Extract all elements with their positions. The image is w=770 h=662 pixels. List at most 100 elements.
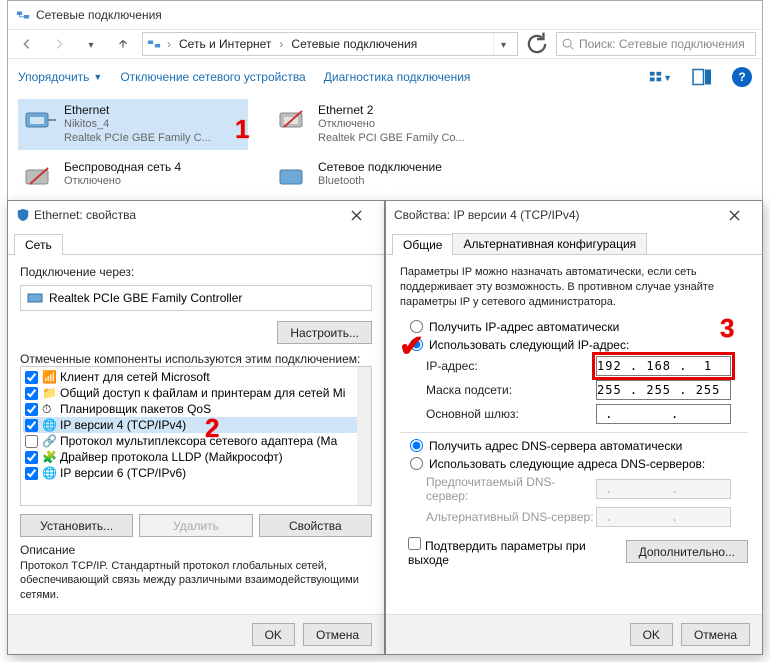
chevron-down-icon: ▼ [93,72,102,82]
radio-manual-dns-row[interactable]: Использовать следующие адреса DNS-сервер… [410,457,748,471]
protocol-icon: 🔗 [42,434,56,448]
chevron-right-icon[interactable]: › [277,37,285,51]
view-menu[interactable]: ▼ [648,65,672,89]
dns2-row: Альтернативный DNS-сервер: [426,507,748,527]
search-input[interactable]: Поиск: Сетевые подключения [556,32,756,56]
adapter-name-box: Realtek PCIe GBE Family Controller [20,285,372,311]
address-bar[interactable]: › Сеть и Интернет › Сетевые подключения [142,32,518,56]
radio-auto-ip-row[interactable]: Получить IP-адрес автоматически [410,320,748,334]
ok-button[interactable]: OK [252,623,295,646]
preview-pane-button[interactable] [690,65,714,89]
ipv4-info-text: Параметры IP можно назначать автоматичес… [400,265,748,310]
component-item-ipv4[interactable]: 🌐IP версии 4 (TCP/IPv4) [23,417,369,433]
scrollbar[interactable] [357,367,371,505]
titlebar: Сетевые подключения [8,1,762,29]
component-checkbox[interactable] [25,467,38,480]
search-placeholder: Поиск: Сетевые подключения [579,37,745,51]
component-checkbox[interactable] [25,403,38,416]
advanced-button[interactable]: Дополнительно... [626,540,748,563]
radio-auto-dns-row[interactable]: Получить адрес DNS-сервера автоматически [410,439,748,453]
connection-wifi4[interactable]: Беспроводная сеть 4 Отключено [18,156,248,198]
dialog-titlebar: Ethernet: свойства [8,201,384,229]
radio-auto-dns[interactable] [410,439,423,452]
gateway-label: Основной шлюз: [426,407,596,421]
close-button[interactable] [336,204,376,226]
remove-button[interactable]: Удалить [139,514,252,537]
connection-ethernet[interactable]: Ethernet Nikitos_4 Realtek PCIe GBE Fami… [18,99,248,150]
refresh-button[interactable] [524,32,550,56]
recent-dropdown[interactable] [78,32,104,56]
cancel-button[interactable]: Отмена [303,623,372,646]
diagnose-button[interactable]: Диагностика подключения [324,70,471,84]
install-button[interactable]: Установить... [20,514,133,537]
cancel-button[interactable]: Отмена [681,623,750,646]
validate-checkbox-row[interactable]: Подтвердить параметры при выходе [408,537,626,567]
radio-manual-dns[interactable] [410,457,423,470]
client-icon: 📶 [42,370,56,384]
address-bar-row: › Сеть и Интернет › Сетевые подключения … [8,29,762,59]
subnet-mask-input[interactable] [596,380,731,400]
connect-via-label: Подключение через: [20,265,372,279]
component-checkbox[interactable] [25,419,38,432]
close-button[interactable] [714,204,754,226]
ip-address-input[interactable] [596,356,731,376]
search-icon [561,37,575,51]
tab-general[interactable]: Общие [392,234,453,255]
adapter-name: Realtek PCIe GBE Family Controller [49,291,242,305]
breadcrumb-level1[interactable]: Сеть и Интернет [177,37,273,51]
description-text: Протокол TCP/IP. Стандартный протокол гл… [20,559,372,602]
connections-area: Ethernet Nikitos_4 Realtek PCIe GBE Fami… [8,95,762,202]
component-checkbox[interactable] [25,387,38,400]
component-checkbox[interactable] [25,435,38,448]
ethernet-properties-dialog: Ethernet: свойства Сеть Подключение чере… [7,200,385,655]
configure-button[interactable]: Настроить... [277,321,372,344]
connection-ethernet2[interactable]: Ethernet 2 Отключено Realtek PCI GBE Fam… [272,99,502,150]
chevron-right-icon[interactable]: › [165,37,173,51]
component-checkbox[interactable] [25,371,38,384]
radio-manual-ip-row[interactable]: Использовать следующий IP-адрес: [410,338,748,352]
component-item[interactable]: 📁Общий доступ к файлам и принтерам для с… [23,385,369,401]
connection-bluetooth[interactable]: Сетевое подключение Bluetooth [272,156,502,198]
component-item[interactable]: 🌐IP версии 6 (TCP/IPv6) [23,465,369,481]
gateway-input[interactable] [596,404,731,424]
annotation-2: 2 [205,413,219,444]
validate-checkbox[interactable] [408,537,421,550]
tab-alt-config[interactable]: Альтернативная конфигурация [452,233,647,254]
component-checkbox[interactable] [25,451,38,464]
ok-button[interactable]: OK [630,623,673,646]
network-icon [147,37,161,51]
dns2-input [596,507,731,527]
help-icon[interactable]: ? [732,67,752,87]
component-item[interactable]: 🧩Драйвер протокола LLDP (Майкрософт) [23,449,369,465]
organize-menu[interactable]: Упорядочить ▼ [18,70,102,84]
tab-strip: Сеть [8,229,384,255]
component-item[interactable]: ⏱Планировщик пакетов QoS [23,401,369,417]
back-button[interactable] [14,32,40,56]
properties-button[interactable]: Свойства [259,514,372,537]
gateway-row: Основной шлюз: [426,404,748,424]
connection-status: Отключено [64,175,181,189]
component-item[interactable]: 🔗Протокол мультиплексора сетевого адапте… [23,433,369,449]
breadcrumb-level2[interactable]: Сетевые подключения [289,37,419,51]
forward-button[interactable] [46,32,72,56]
subnet-mask-label: Маска подсети: [426,383,596,397]
connection-status: Nikitos_4 [64,118,211,132]
tab-strip: Общие Альтернативная конфигурация [386,229,762,255]
up-button[interactable] [110,32,136,56]
ip-address-label: IP-адрес: [426,359,596,373]
disable-device-button[interactable]: Отключение сетевого устройства [120,70,305,84]
components-list[interactable]: 📶Клиент для сетей Microsoft 📁Общий досту… [20,366,372,506]
connection-name: Ethernet 2 [318,103,465,118]
tab-network[interactable]: Сеть [14,234,63,255]
share-icon: 📁 [42,386,56,400]
connection-name: Ethernet [64,103,211,118]
address-dropdown[interactable] [493,33,513,55]
connection-adapter: Realtek PCI GBE Family Co... [318,132,465,146]
wifi-icon [24,160,58,194]
dialog-title: Свойства: IP версии 4 (TCP/IPv4) [394,208,580,222]
window-title: Сетевые подключения [36,8,162,22]
component-item[interactable]: 📶Клиент для сетей Microsoft [23,369,369,385]
ip-address-row: IP-адрес: [426,356,748,376]
dns1-row: Предпочитаемый DNS-сервер: [426,475,748,503]
annotation-3: 3 [720,313,734,344]
